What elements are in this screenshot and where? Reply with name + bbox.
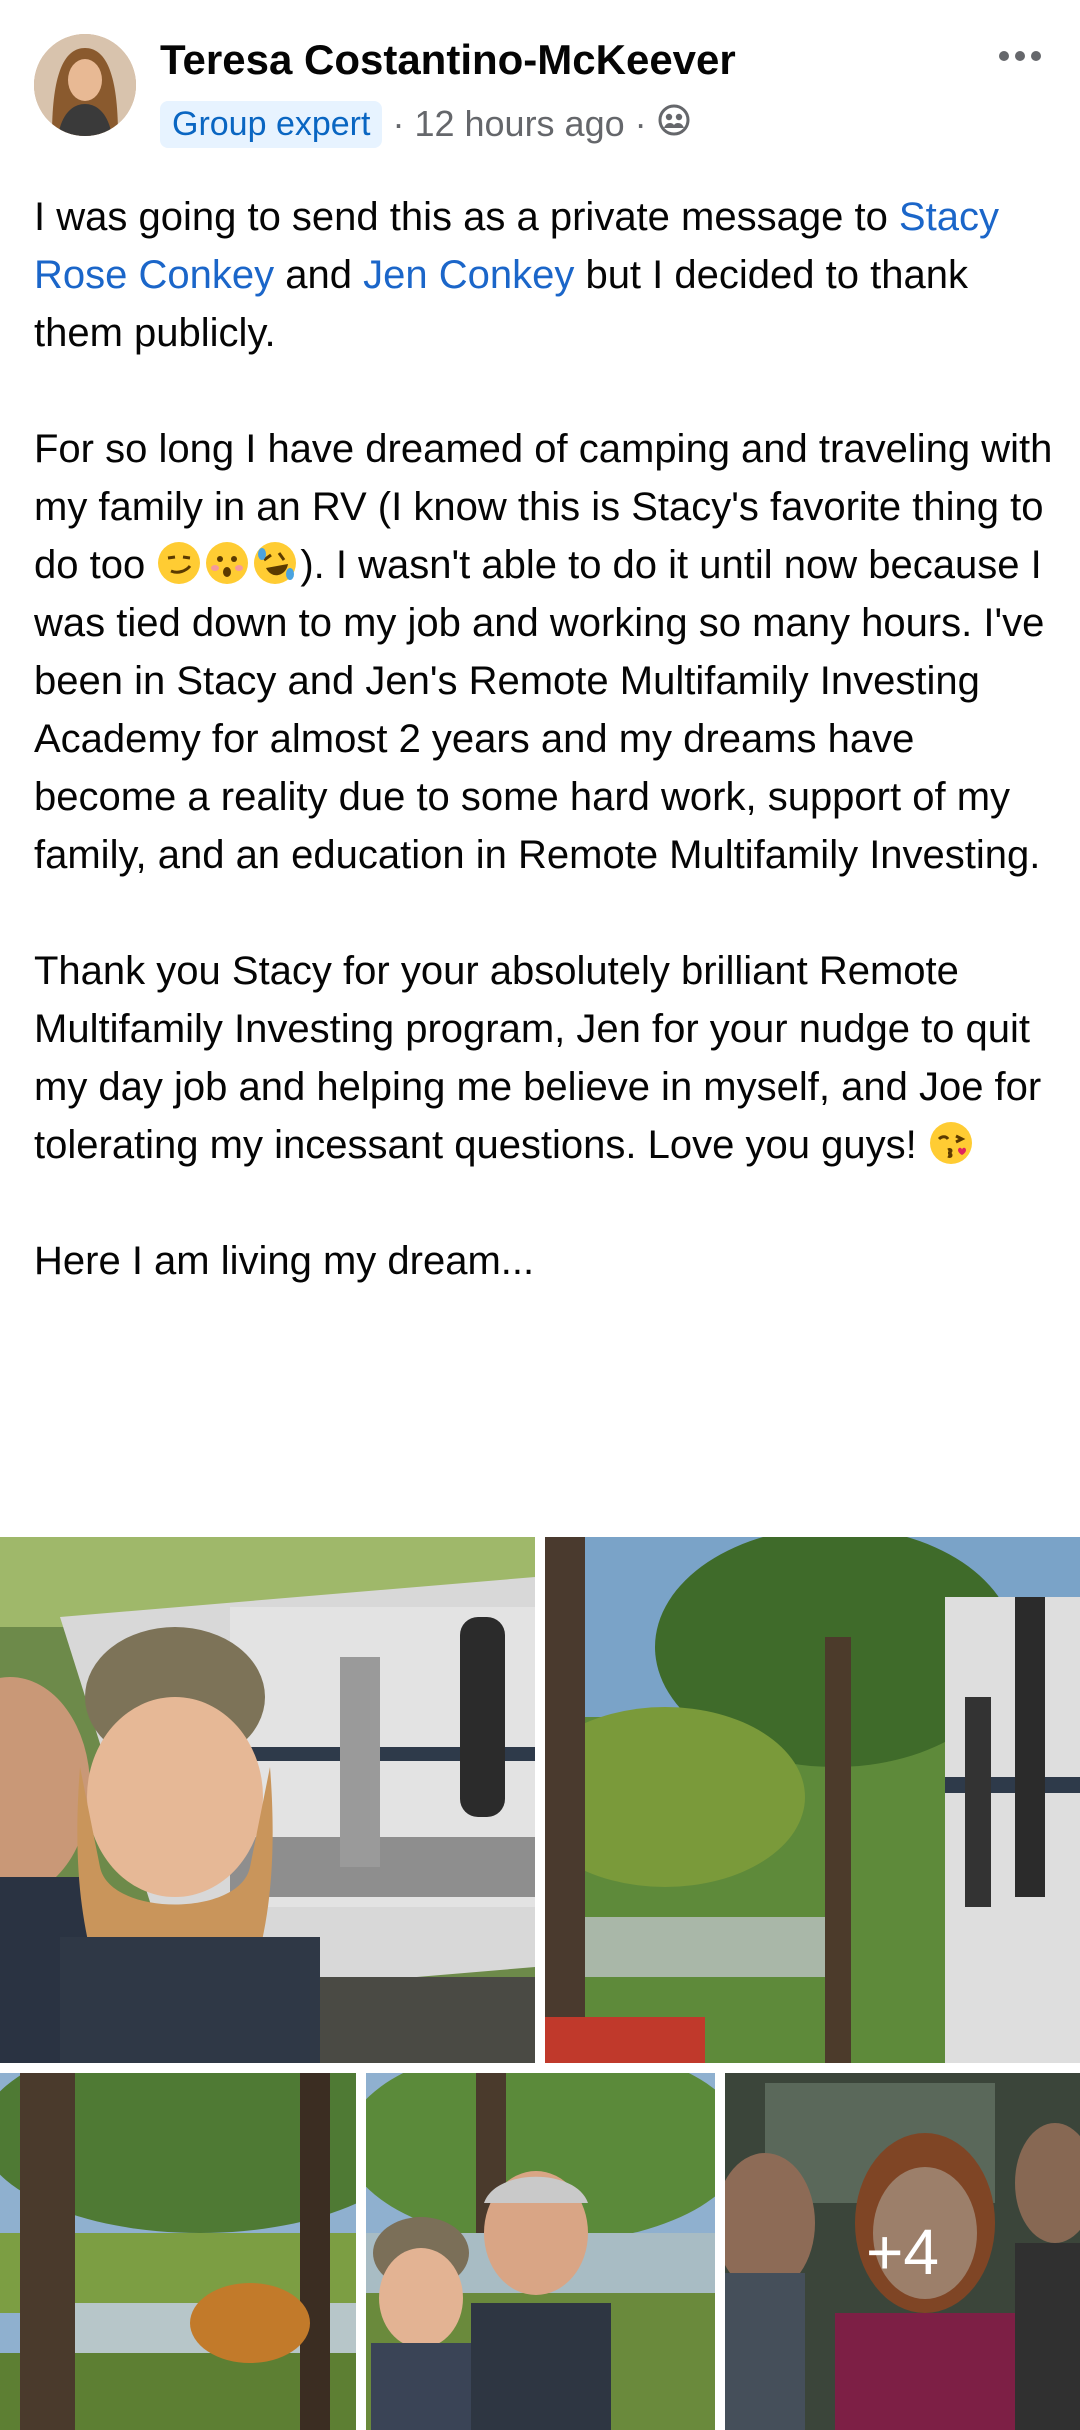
group-expert-badge[interactable]: Group expert [160,100,383,148]
post-time[interactable]: 12 hours ago [414,103,624,145]
post-paragraph: Thank you Stacy for your absolutely bril… [34,949,1042,1167]
smirk-emoji [156,540,202,586]
post-paragraph: Here I am living my dream... [34,1239,535,1283]
more-photos-overlay[interactable]: +4 [725,2073,1080,2430]
photo-lake-view-with-rv[interactable] [545,1537,1080,2063]
meta-separator: · [634,103,647,144]
photo-forest-lake[interactable] [0,2073,356,2430]
meta-separator: · [392,103,405,144]
astonished-emoji [204,540,250,586]
author-name[interactable]: Teresa Costantino-McKeever [160,36,736,84]
author-avatar[interactable] [34,34,136,136]
photo-grid: +4 [0,1537,1080,2430]
photo-family-in-rv[interactable]: +4 [725,2073,1080,2430]
more-options-icon[interactable] [990,36,1050,76]
post-paragraph: I was going to send this as a private me… [34,195,999,355]
photo-couple-by-lake[interactable] [366,2073,715,2430]
post-meta: Group expert · 12 hours ago · [160,98,691,150]
post-paragraph: For so long I have dreamed of camping an… [34,427,1053,877]
group-members-icon [657,103,691,146]
post-body: I was going to send this as a private me… [34,188,1054,1348]
post-header: Teresa Costantino-McKeever Group expert … [0,0,1080,170]
kiss-emoji [928,1120,974,1166]
mention-jen-conkey[interactable]: Jen Conkey [363,253,574,297]
photo-selfie-with-rv[interactable] [0,1537,535,2063]
rolling-laughing-emoji [252,540,298,586]
